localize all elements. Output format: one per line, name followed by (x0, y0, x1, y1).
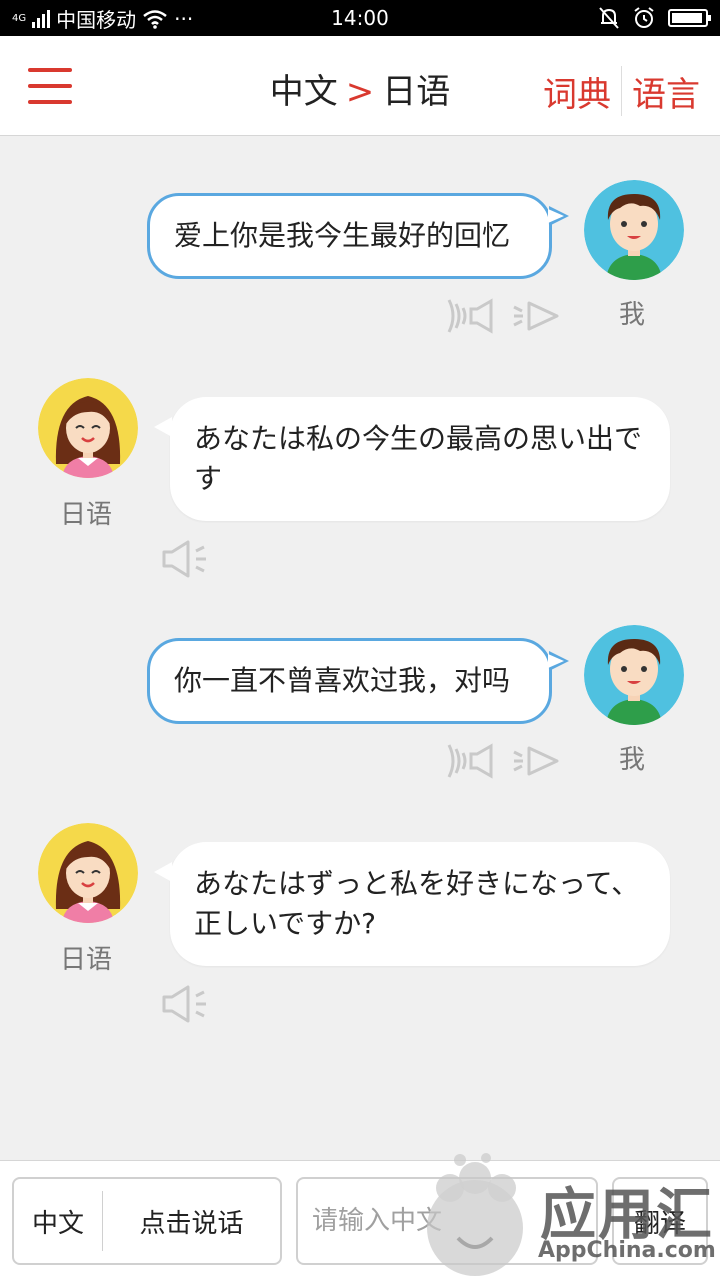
message-bubble-received[interactable]: あなたは私の今生の最高の思い出です (154, 397, 670, 521)
speaker-icon[interactable] (160, 983, 210, 1025)
battery-icon (668, 9, 711, 27)
message-text: 爱上你是我今生最好的回忆 (174, 219, 511, 252)
language-button[interactable]: 语言 (622, 67, 710, 116)
slow-speaker-icon[interactable] (443, 295, 493, 337)
mute-icon (599, 7, 619, 29)
speaker-icon[interactable] (160, 538, 210, 580)
voice-input-group: 中文 点击说话 (12, 1177, 282, 1265)
message-bubble-sent[interactable]: 爱上你是我今生最好的回忆 (147, 193, 569, 279)
message-bubble-received[interactable]: あなたはずっと私を好きになって、正しいですか? (154, 842, 670, 966)
translate-button[interactable]: 翻译 (612, 1177, 708, 1265)
status-bar: 4G 中国移动 ··· 14:00 (0, 0, 720, 36)
slow-speaker-icon[interactable] (443, 740, 493, 782)
top-actions: 词典 语言 (533, 66, 710, 116)
arrow-icon: > (345, 72, 375, 112)
top-bar: 中文 > 日语 词典 语言 (0, 36, 720, 136)
message-text: あなたはずっと私を好きになって、正しいですか? (194, 867, 640, 940)
message-text: あなたは私の今生の最高の思い出です (194, 422, 643, 495)
avatar-translator (38, 378, 138, 478)
speaker-icon[interactable] (511, 740, 561, 782)
text-input[interactable] (296, 1177, 598, 1265)
speaker-icon[interactable] (511, 295, 561, 337)
alarm-icon (634, 7, 654, 28)
status-right (598, 6, 711, 30)
sender-name: 日语 (60, 500, 113, 530)
input-bar: 中文 点击说话 翻译 (0, 1160, 720, 1280)
input-language-selector[interactable]: 中文 (14, 1203, 102, 1240)
message-bubble-sent[interactable]: 你一直不曾喜欢过我，对吗 (147, 638, 569, 724)
target-language: 日语 (382, 72, 451, 112)
sender-name: 日语 (60, 945, 113, 975)
avatar-translator (38, 823, 138, 923)
dictionary-button[interactable]: 词典 (533, 67, 621, 116)
avatar-me (584, 180, 684, 280)
sender-name: 我 (619, 745, 646, 775)
sender-name: 我 (619, 300, 646, 330)
message-text: 你一直不曾喜欢过我，对吗 (174, 664, 511, 697)
source-language: 中文 (269, 72, 338, 112)
tap-to-speak-button[interactable]: 点击说话 (103, 1203, 280, 1240)
avatar-me (584, 625, 684, 725)
